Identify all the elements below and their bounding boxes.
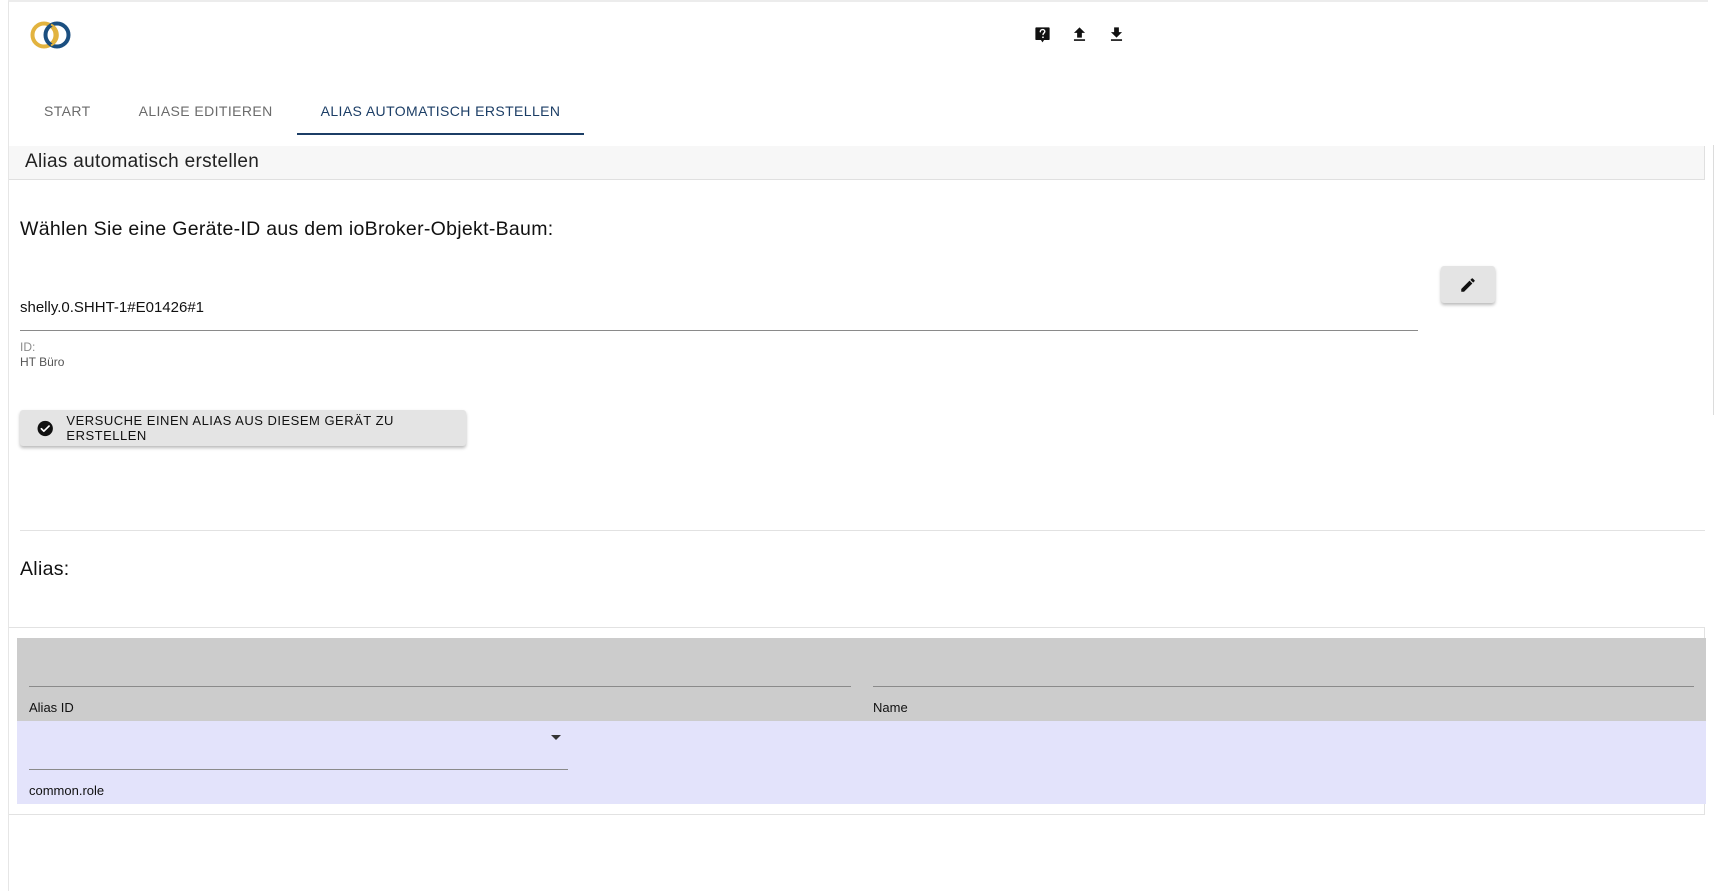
alias-heading: Alias: [20, 558, 70, 580]
device-name: HT Büro [20, 355, 65, 369]
pencil-icon [1461, 277, 1475, 292]
role-select[interactable] [29, 769, 568, 770]
device-select-prompt: Wählen Sie eine Geräte-ID aus dem ioBrok… [20, 218, 554, 240]
role-label: common.role [29, 783, 105, 798]
create-alias-button-label: VERSUCHE EINEN ALIAS AUS DIESEM GERÄT ZU… [66, 413, 394, 443]
id-caption: ID: [20, 340, 36, 354]
header-actions [1033, 25, 1126, 44]
tab-bar: START ALIASE EDITIEREN ALIAS AUTOMATISCH… [20, 90, 585, 135]
section-divider [20, 530, 1705, 531]
tab-start[interactable]: START [20, 90, 115, 135]
name-input[interactable] [873, 686, 1694, 687]
upload-icon[interactable] [1070, 25, 1089, 44]
name-label: Name [873, 700, 908, 715]
check-circle-icon [37, 420, 53, 436]
chevron-down-icon[interactable] [551, 735, 561, 740]
alias-header-row [17, 638, 1706, 721]
edit-device-id-button[interactable] [1441, 266, 1495, 303]
alias-role-row [17, 721, 1706, 804]
help-icon[interactable] [1033, 25, 1052, 44]
alias-id-input[interactable] [29, 686, 851, 687]
panel-title: Alias automatisch erstellen [9, 146, 1705, 180]
download-icon[interactable] [1107, 25, 1126, 44]
alias-id-label: Alias ID [29, 700, 74, 715]
tab-aliase-editieren[interactable]: ALIASE EDITIEREN [115, 90, 297, 135]
tab-alias-automatisch-erstellen[interactable]: ALIAS AUTOMATISCH ERSTELLEN [296, 90, 585, 135]
scroll-edge [1713, 145, 1714, 415]
iobroker-logo [30, 21, 71, 49]
device-id-input[interactable]: shelly.0.SHHT-1#E01426#1 [20, 292, 1418, 331]
create-alias-button[interactable]: VERSUCHE EINEN ALIAS AUS DIESEM GERÄT ZU… [20, 410, 466, 446]
